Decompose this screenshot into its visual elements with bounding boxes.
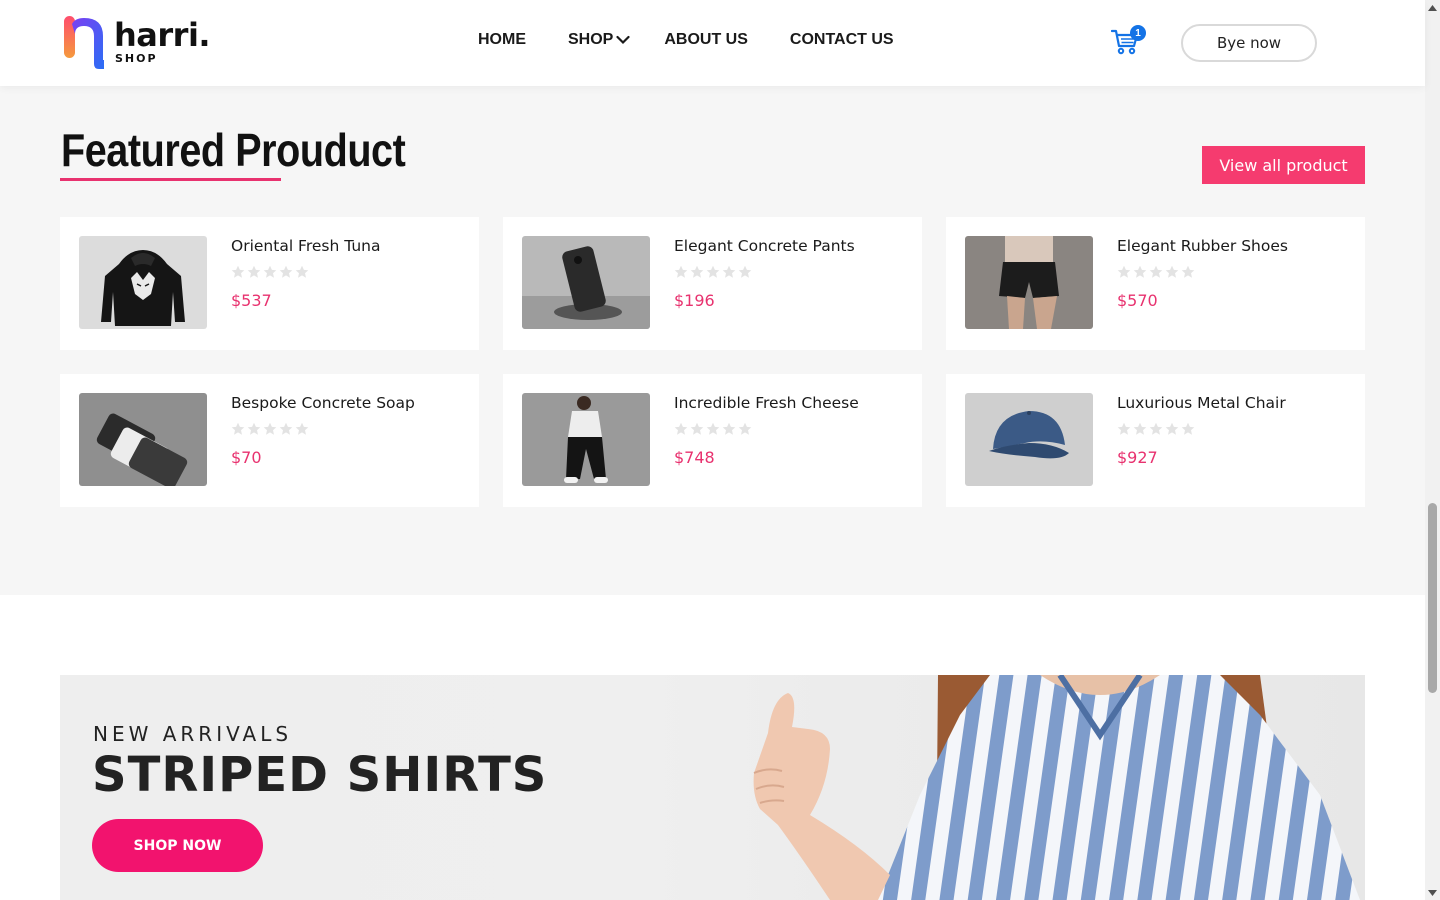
- star-icon: [1149, 422, 1163, 435]
- page-scrollbar[interactable]: [1425, 0, 1440, 900]
- banner-kicker: NEW ARRIVALS: [93, 722, 293, 746]
- product-price: $570: [1117, 291, 1158, 310]
- star-icon: [295, 265, 309, 278]
- star-icon: [1149, 265, 1163, 278]
- product-price: $537: [231, 291, 272, 310]
- star-icon: [722, 422, 736, 435]
- banner-image: [753, 675, 1360, 900]
- star-icon: [1181, 265, 1195, 278]
- star-icon: [674, 265, 688, 278]
- product-name[interactable]: Elegant Rubber Shoes: [1117, 237, 1288, 255]
- rating-stars: [231, 265, 309, 279]
- star-icon: [247, 265, 261, 278]
- star-icon: [247, 422, 261, 435]
- star-icon: [706, 422, 720, 435]
- star-icon: [263, 422, 277, 435]
- nav-shop-label: SHOP: [568, 31, 614, 48]
- product-image[interactable]: [522, 236, 650, 329]
- star-icon: [1181, 422, 1195, 435]
- buy-now-button[interactable]: Bye now: [1181, 24, 1317, 62]
- shop-now-button[interactable]: SHOP NOW: [92, 819, 263, 872]
- product-name[interactable]: Luxurious Metal Chair: [1117, 394, 1286, 412]
- star-icon: [1133, 422, 1147, 435]
- product-card[interactable]: Elegant Rubber Shoes $570: [946, 217, 1365, 350]
- product-image[interactable]: [965, 236, 1093, 329]
- scrollbar-thumb[interactable]: [1428, 503, 1437, 693]
- product-card[interactable]: Bespoke Concrete Soap $70: [60, 374, 479, 507]
- product-price: $196: [674, 291, 715, 310]
- rating-stars: [674, 422, 752, 436]
- site-header: harri. SHOP HOME SHOP ABOUT US CONTACT U…: [0, 0, 1425, 86]
- product-price: $748: [674, 448, 715, 467]
- logo-mark-icon: [64, 16, 104, 69]
- main-nav: HOME SHOP ABOUT US CONTACT US: [478, 31, 936, 49]
- star-icon: [1117, 422, 1131, 435]
- product-card[interactable]: Luxurious Metal Chair $927: [946, 374, 1365, 507]
- section-title: Featured Prouduct: [61, 124, 406, 176]
- cart-button[interactable]: 1: [1110, 25, 1146, 56]
- product-name[interactable]: Incredible Fresh Cheese: [674, 394, 859, 412]
- product-image[interactable]: [522, 393, 650, 486]
- promo-banner: NEW ARRIVALS STRIPED SHIRTS SHOP NOW: [60, 675, 1365, 900]
- nav-shop[interactable]: SHOP: [568, 31, 630, 49]
- view-all-button[interactable]: View all product: [1202, 146, 1365, 184]
- cart-count-badge: 1: [1130, 25, 1146, 41]
- star-icon: [674, 422, 688, 435]
- product-image[interactable]: [79, 236, 207, 329]
- product-price: $927: [1117, 448, 1158, 467]
- product-image[interactable]: [965, 393, 1093, 486]
- star-icon: [738, 265, 752, 278]
- star-icon: [231, 265, 245, 278]
- rating-stars: [1117, 265, 1195, 279]
- nav-about-us[interactable]: ABOUT US: [664, 31, 748, 49]
- nav-contact-us[interactable]: CONTACT US: [790, 31, 894, 49]
- product-card[interactable]: Incredible Fresh Cheese $748: [503, 374, 922, 507]
- star-icon: [279, 265, 293, 278]
- star-icon: [706, 265, 720, 278]
- star-icon: [722, 265, 736, 278]
- logo[interactable]: harri. SHOP: [62, 14, 212, 72]
- title-underline: [60, 178, 281, 181]
- product-name[interactable]: Oriental Fresh Tuna: [231, 237, 381, 255]
- product-grid: Oriental Fresh Tuna $537 Elegant Concret…: [60, 217, 1365, 507]
- star-icon: [690, 422, 704, 435]
- star-icon: [295, 422, 309, 435]
- product-name[interactable]: Elegant Concrete Pants: [674, 237, 855, 255]
- star-icon: [231, 422, 245, 435]
- star-icon: [263, 265, 277, 278]
- banner-headline: STRIPED SHIRTS: [92, 747, 548, 803]
- featured-section: Featured Prouduct View all product Orien…: [0, 86, 1425, 595]
- product-image[interactable]: [79, 393, 207, 486]
- star-icon: [1165, 265, 1179, 278]
- product-card[interactable]: Oriental Fresh Tuna $537: [60, 217, 479, 350]
- rating-stars: [674, 265, 752, 279]
- star-icon: [690, 265, 704, 278]
- star-icon: [279, 422, 293, 435]
- star-icon: [1117, 265, 1131, 278]
- chevron-down-icon: [616, 35, 630, 45]
- rating-stars: [1117, 422, 1195, 436]
- nav-home[interactable]: HOME: [478, 31, 526, 49]
- star-icon: [1133, 265, 1147, 278]
- star-icon: [738, 422, 752, 435]
- product-name[interactable]: Bespoke Concrete Soap: [231, 394, 415, 412]
- scroll-down-arrow-icon[interactable]: [1425, 885, 1440, 900]
- star-icon: [1165, 422, 1179, 435]
- rating-stars: [231, 422, 309, 436]
- logo-wordmark: harri.: [114, 16, 211, 54]
- scroll-up-arrow-icon[interactable]: [1425, 0, 1440, 15]
- product-price: $70: [231, 448, 262, 467]
- product-card[interactable]: Elegant Concrete Pants $196: [503, 217, 922, 350]
